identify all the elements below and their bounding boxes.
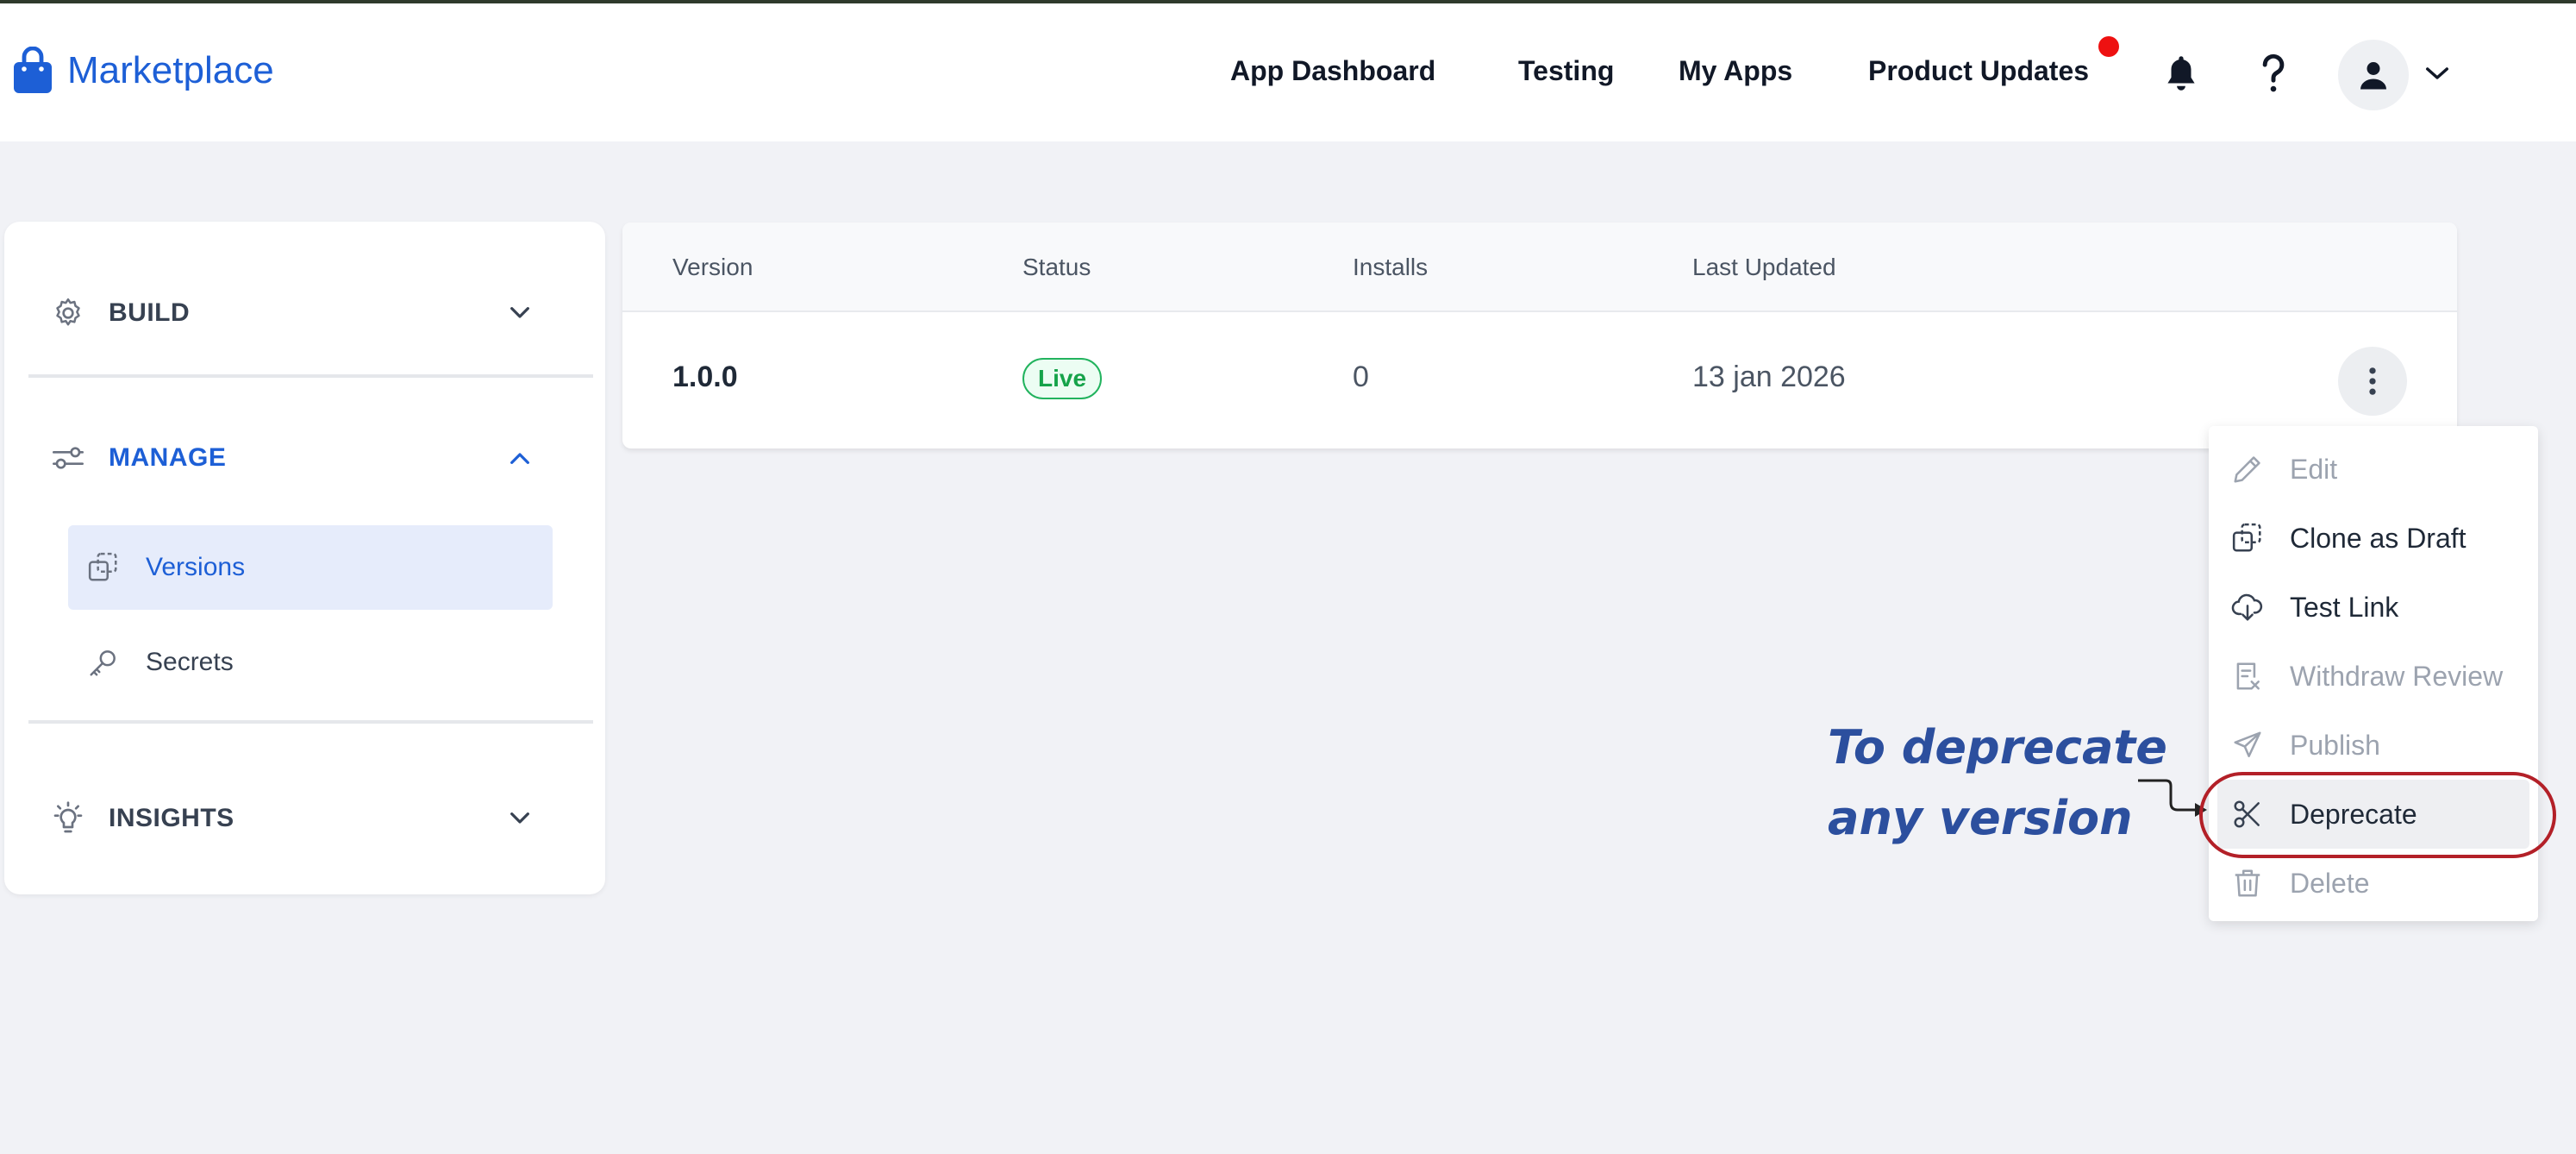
table-header: Version Status Installs Last Updated	[622, 223, 2457, 312]
menu-item-withdraw-review[interactable]: Withdraw Review	[2217, 642, 2529, 711]
chevron-down-icon	[510, 812, 529, 824]
brand-name: Marketplace	[67, 49, 274, 91]
menu-item-delete[interactable]: Delete	[2217, 849, 2529, 918]
menu-item-label: Clone as Draft	[2290, 522, 2467, 554]
sidebar-item-label: Versions	[146, 553, 246, 581]
column-header-status: Status	[1022, 254, 1091, 280]
sidebar-section-title: MANAGE	[109, 443, 227, 472]
menu-item-edit[interactable]: Edit	[2217, 435, 2529, 504]
shopping-bag-icon	[14, 47, 52, 93]
menu-item-label: Edit	[2290, 453, 2338, 485]
sliders-icon	[53, 447, 84, 469]
chevron-down-icon[interactable]	[2424, 64, 2450, 83]
more-vertical-icon	[2369, 367, 2376, 395]
product-updates-notification-dot	[2098, 36, 2119, 57]
cell-last-updated: 13 jan 2026	[1692, 361, 1846, 393]
chevron-up-icon	[510, 453, 529, 464]
menu-item-label: Publish	[2290, 729, 2380, 761]
copy-icon	[88, 552, 117, 581]
help-question-icon[interactable]	[2260, 53, 2286, 93]
menu-item-test-link[interactable]: Test Link	[2217, 573, 2529, 642]
bell-icon[interactable]	[2164, 53, 2198, 93]
menu-item-clone-as-draft[interactable]: Clone as Draft	[2217, 504, 2529, 573]
column-header-version: Version	[672, 254, 753, 280]
sidebar-item-versions[interactable]: Versions	[68, 525, 553, 610]
sidebar-item-secrets[interactable]: Secrets	[68, 620, 553, 705]
trash-icon	[2235, 869, 2260, 897]
column-header-last-updated: Last Updated	[1692, 254, 1836, 280]
annotation-line: To deprecate	[1828, 720, 2167, 775]
gear-icon	[56, 298, 80, 326]
user-avatar[interactable]	[2338, 40, 2409, 110]
nav-testing[interactable]: Testing	[1518, 55, 1614, 87]
nav-my-apps[interactable]: My Apps	[1679, 55, 1792, 87]
status-badge: Live	[1022, 358, 1103, 399]
menu-item-label: Test Link	[2290, 591, 2399, 623]
sidebar-divider	[28, 720, 593, 724]
key-icon	[90, 650, 116, 676]
versions-table: Version Status Installs Last Updated 1.0…	[622, 223, 2457, 448]
sidebar-section-build[interactable]: BUILD	[4, 279, 605, 348]
sidebar-item-label: Secrets	[146, 648, 234, 676]
sidebar-section-title: BUILD	[109, 298, 191, 327]
send-icon	[2234, 731, 2261, 757]
column-header-installs: Installs	[1353, 254, 1429, 280]
sidebar-section-insights[interactable]: INSIGHTS	[4, 784, 605, 853]
download-cloud-icon	[2231, 593, 2263, 621]
withdraw-document-icon	[2236, 662, 2260, 690]
menu-item-publish[interactable]: Publish	[2217, 711, 2529, 780]
nav-app-dashboard[interactable]: App Dashboard	[1230, 55, 1435, 87]
row-actions-button[interactable]	[2338, 347, 2407, 416]
sidebar-divider	[28, 374, 593, 378]
cell-installs: 0	[1353, 361, 1369, 393]
deprecate-highlight-oval	[2199, 772, 2556, 858]
annotation-line: any version	[1828, 791, 2133, 845]
lightbulb-icon	[53, 801, 83, 833]
menu-item-label: Delete	[2290, 867, 2370, 899]
top-header: Marketplace App Dashboard Testing My App…	[0, 3, 2576, 141]
clone-icon	[2232, 523, 2261, 552]
cell-version: 1.0.0	[672, 361, 738, 393]
menu-item-label: Withdraw Review	[2290, 660, 2504, 692]
chevron-down-icon	[510, 307, 529, 318]
user-icon	[2360, 62, 2386, 90]
sidebar-section-manage[interactable]: MANAGE	[4, 423, 605, 492]
pencil-icon	[2234, 456, 2260, 483]
sidebar-section-title: INSIGHTS	[109, 804, 234, 832]
nav-product-updates[interactable]: Product Updates	[1868, 55, 2089, 87]
sidebar: BUILD MANAGE Versions Secrets INSIGHTS	[4, 222, 605, 894]
brand-logo-link[interactable]: Marketplace	[12, 47, 274, 95]
annotation-text: To deprecate any version	[1828, 712, 2167, 854]
